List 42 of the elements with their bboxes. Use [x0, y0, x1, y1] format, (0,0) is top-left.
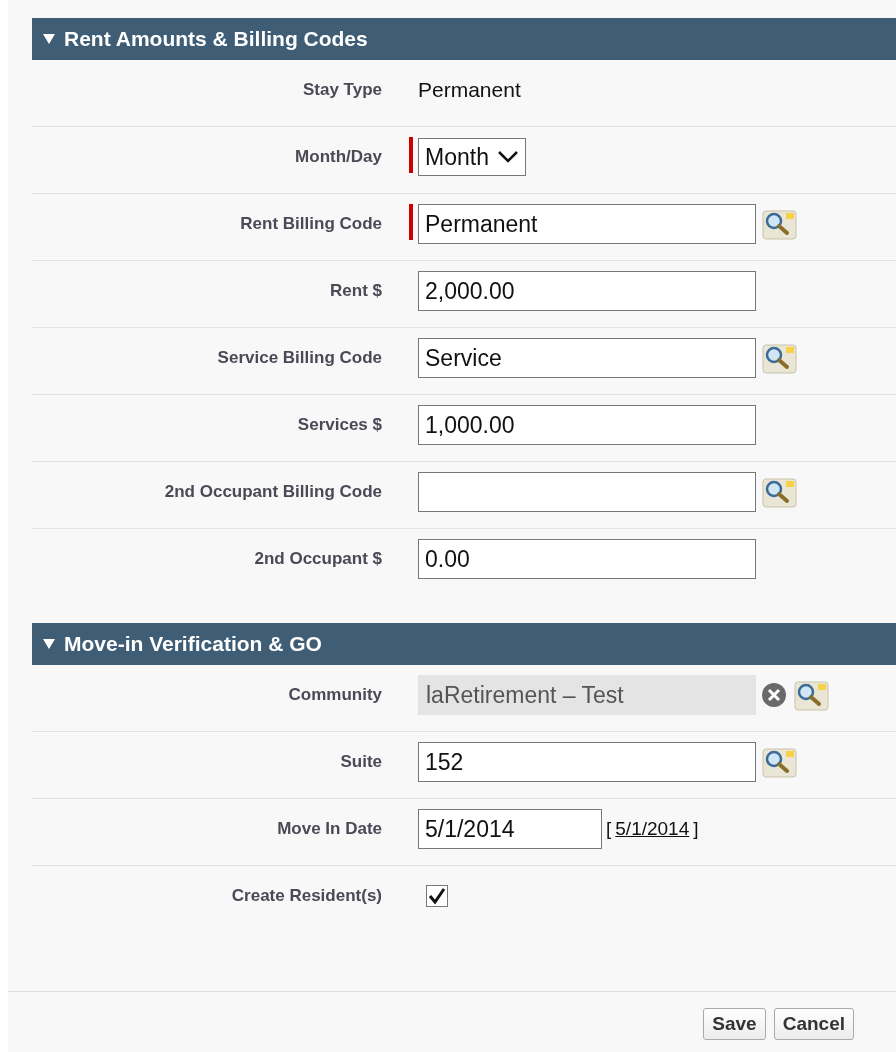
lookup-icon[interactable]: [760, 342, 798, 374]
field-label: 2nd Occupant $: [253, 548, 382, 570]
bracket: ]: [693, 818, 699, 840]
date-link[interactable]: 5/1/2014: [615, 818, 690, 840]
save-button[interactable]: Save: [703, 1008, 766, 1040]
date-field[interactable]: 5/1/2014: [418, 809, 602, 849]
field-value: Permanent: [418, 78, 521, 102]
input-field[interactable]: Service: [418, 338, 756, 378]
field-label: Services $: [296, 414, 382, 436]
cancel-button[interactable]: Cancel: [773, 1008, 854, 1040]
section-header[interactable]: Rent Amounts & Billing Codes: [32, 18, 896, 60]
section-title: Move-in Verification & GO: [64, 632, 322, 656]
field-label: Stay Type: [301, 79, 382, 101]
input-field[interactable]: Permanent: [418, 204, 756, 244]
lookup-icon[interactable]: [792, 679, 830, 711]
lookup-icon[interactable]: [760, 208, 798, 240]
caret-icon: [496, 150, 519, 164]
lookup-icon[interactable]: [760, 746, 798, 778]
triangle-down-icon: [42, 638, 56, 650]
bracket: [: [606, 818, 612, 840]
input-field[interactable]: 1,000.00: [418, 405, 756, 445]
input-field[interactable]: 0.00: [418, 539, 756, 579]
input-field[interactable]: 152: [418, 742, 756, 782]
section-header[interactable]: Move-in Verification & GO: [32, 623, 896, 665]
field-label: Suite: [339, 751, 382, 773]
field-label: Service Billing Code: [216, 347, 382, 369]
section-title: Rent Amounts & Billing Codes: [64, 27, 368, 51]
field-label: Create Resident(s): [230, 885, 382, 907]
field-label: Rent Billing Code: [239, 213, 382, 235]
field-label: 2nd Occupant Billing Code: [163, 481, 382, 503]
triangle-down-icon: [42, 33, 56, 45]
input-field[interactable]: 2,000.00: [418, 271, 756, 311]
select-field[interactable]: Month: [418, 138, 526, 176]
field-label: Community: [287, 684, 382, 706]
checkbox[interactable]: [426, 885, 448, 907]
locked-field: laRetirement – Test: [418, 675, 756, 715]
input-field[interactable]: [418, 472, 756, 512]
field-label: Move In Date: [276, 818, 382, 840]
field-label: Rent $: [329, 280, 382, 302]
clear-icon[interactable]: [760, 681, 788, 709]
field-label: Month/Day: [294, 146, 382, 168]
lookup-icon[interactable]: [760, 476, 798, 508]
